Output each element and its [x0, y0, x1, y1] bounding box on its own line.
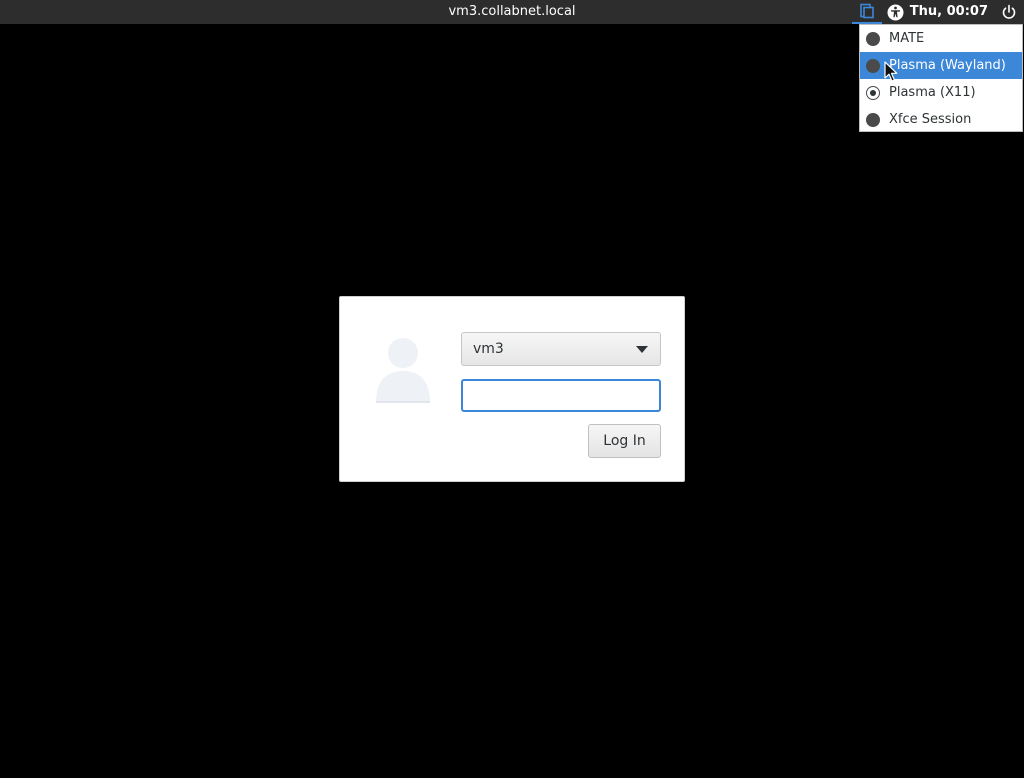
- selected-user-label: vm3: [473, 341, 504, 357]
- session-menu: MATE Plasma (Wayland) Plasma (X11) Xfce …: [859, 24, 1023, 132]
- password-field[interactable]: [461, 379, 661, 412]
- user-select-dropdown[interactable]: vm3: [461, 332, 661, 366]
- login-button[interactable]: Log In: [588, 424, 661, 458]
- radio-unchecked-icon: [866, 58, 880, 73]
- session-item-plasma-x11[interactable]: Plasma (X11): [860, 79, 1022, 106]
- radio-unchecked-icon: [866, 112, 880, 127]
- user-avatar-icon: [376, 338, 430, 403]
- accessibility-button[interactable]: [882, 0, 910, 24]
- radio-unchecked-icon: [866, 31, 880, 46]
- session-item-plasma-wayland[interactable]: Plasma (Wayland): [860, 52, 1022, 79]
- power-icon: [1002, 4, 1016, 19]
- panel-indicators: Thu, 00:07: [851, 0, 1024, 24]
- session-item-label: Xfce Session: [889, 112, 972, 127]
- session-item-xfce[interactable]: Xfce Session: [860, 106, 1022, 133]
- radio-checked-icon: [866, 85, 880, 100]
- accessibility-icon: [887, 4, 904, 20]
- session-item-mate[interactable]: MATE: [860, 25, 1022, 52]
- session-item-label: Plasma (Wayland): [889, 58, 1006, 73]
- session-item-label: MATE: [889, 31, 925, 46]
- chevron-down-icon: [636, 346, 648, 353]
- power-button[interactable]: [994, 0, 1024, 24]
- login-dialog: vm3 Log In: [339, 296, 685, 482]
- session-item-label: Plasma (X11): [889, 85, 976, 100]
- top-panel: vm3.collabnet.local Thu, 00:07: [0, 0, 1024, 24]
- clock-menu[interactable]: Thu, 00:07: [910, 0, 994, 24]
- session-icon: [859, 3, 874, 19]
- session-menu-button[interactable]: [851, 0, 882, 24]
